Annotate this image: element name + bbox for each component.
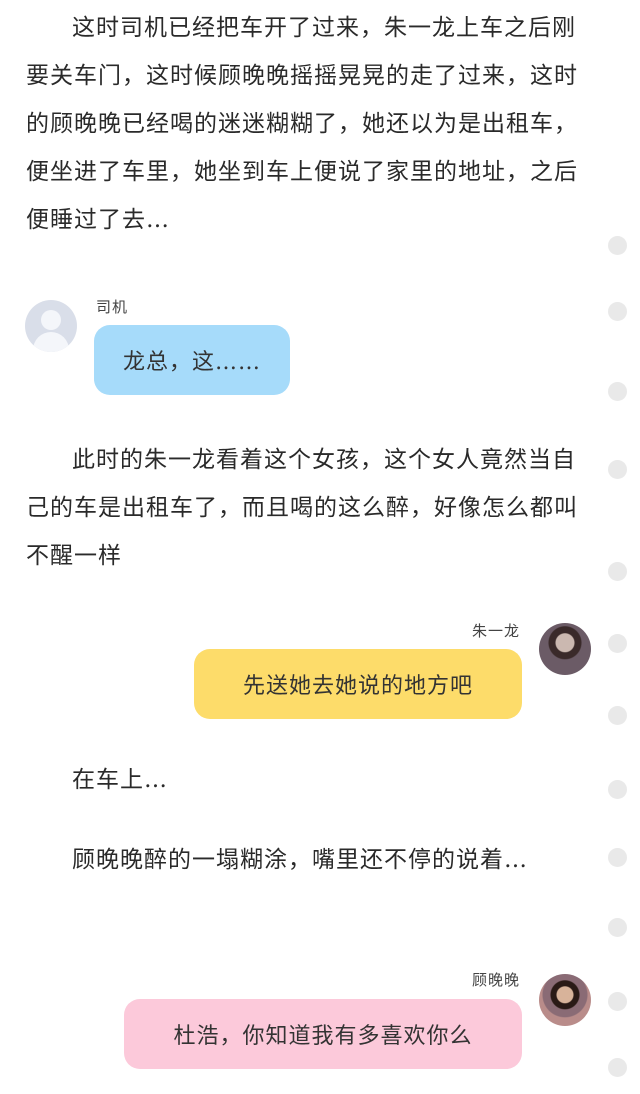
avatar-head-shape — [41, 310, 61, 330]
page-dot[interactable] — [608, 236, 627, 255]
narration-paragraph-4: 顾晚晚醉的一塌糊涂，嘴里还不停的说着… — [72, 847, 528, 873]
narration-paragraph-2: 此时的朱一龙看着这个女孩，这个女人竟然当自己的车是出租车了，而且喝的这么醉，好像… — [26, 447, 578, 569]
page-dot[interactable] — [608, 848, 627, 867]
zhu-yilong-name-label: 朱一龙 — [471, 622, 520, 640]
page-dot[interactable] — [608, 992, 627, 1011]
gu-wanwan-avatar — [539, 974, 591, 1026]
narration-paragraph-3: 在车上… — [72, 767, 168, 793]
gu-wanwan-message-bubble: 杜浩，你知道我有多喜欢你么 — [124, 999, 522, 1069]
zhu-yilong-avatar — [539, 623, 591, 675]
page-dot[interactable] — [608, 780, 627, 799]
page-dot[interactable] — [608, 634, 627, 653]
page-dot[interactable] — [608, 302, 627, 321]
gu-wanwan-name-label: 顾晚晚 — [471, 971, 520, 989]
zhu-yilong-message-bubble: 先送她去她说的地方吧 — [194, 649, 522, 719]
driver-message-bubble: 龙总，这…… — [94, 325, 290, 395]
driver-name-label: 司机 — [96, 298, 129, 316]
page-dot[interactable] — [608, 460, 627, 479]
page-dot[interactable] — [608, 918, 627, 937]
narration-paragraph-1: 这时司机已经把车开了过来，朱一龙上车之后刚要关车门，这时候顾晚晚摇摇晃晃的走了过… — [26, 15, 578, 233]
page-dot[interactable] — [608, 706, 627, 725]
page-dot[interactable] — [608, 382, 627, 401]
driver-avatar — [25, 300, 77, 352]
avatar-shoulders-shape — [33, 332, 69, 352]
page-dot[interactable] — [608, 562, 627, 581]
page-dot[interactable] — [608, 1058, 627, 1077]
